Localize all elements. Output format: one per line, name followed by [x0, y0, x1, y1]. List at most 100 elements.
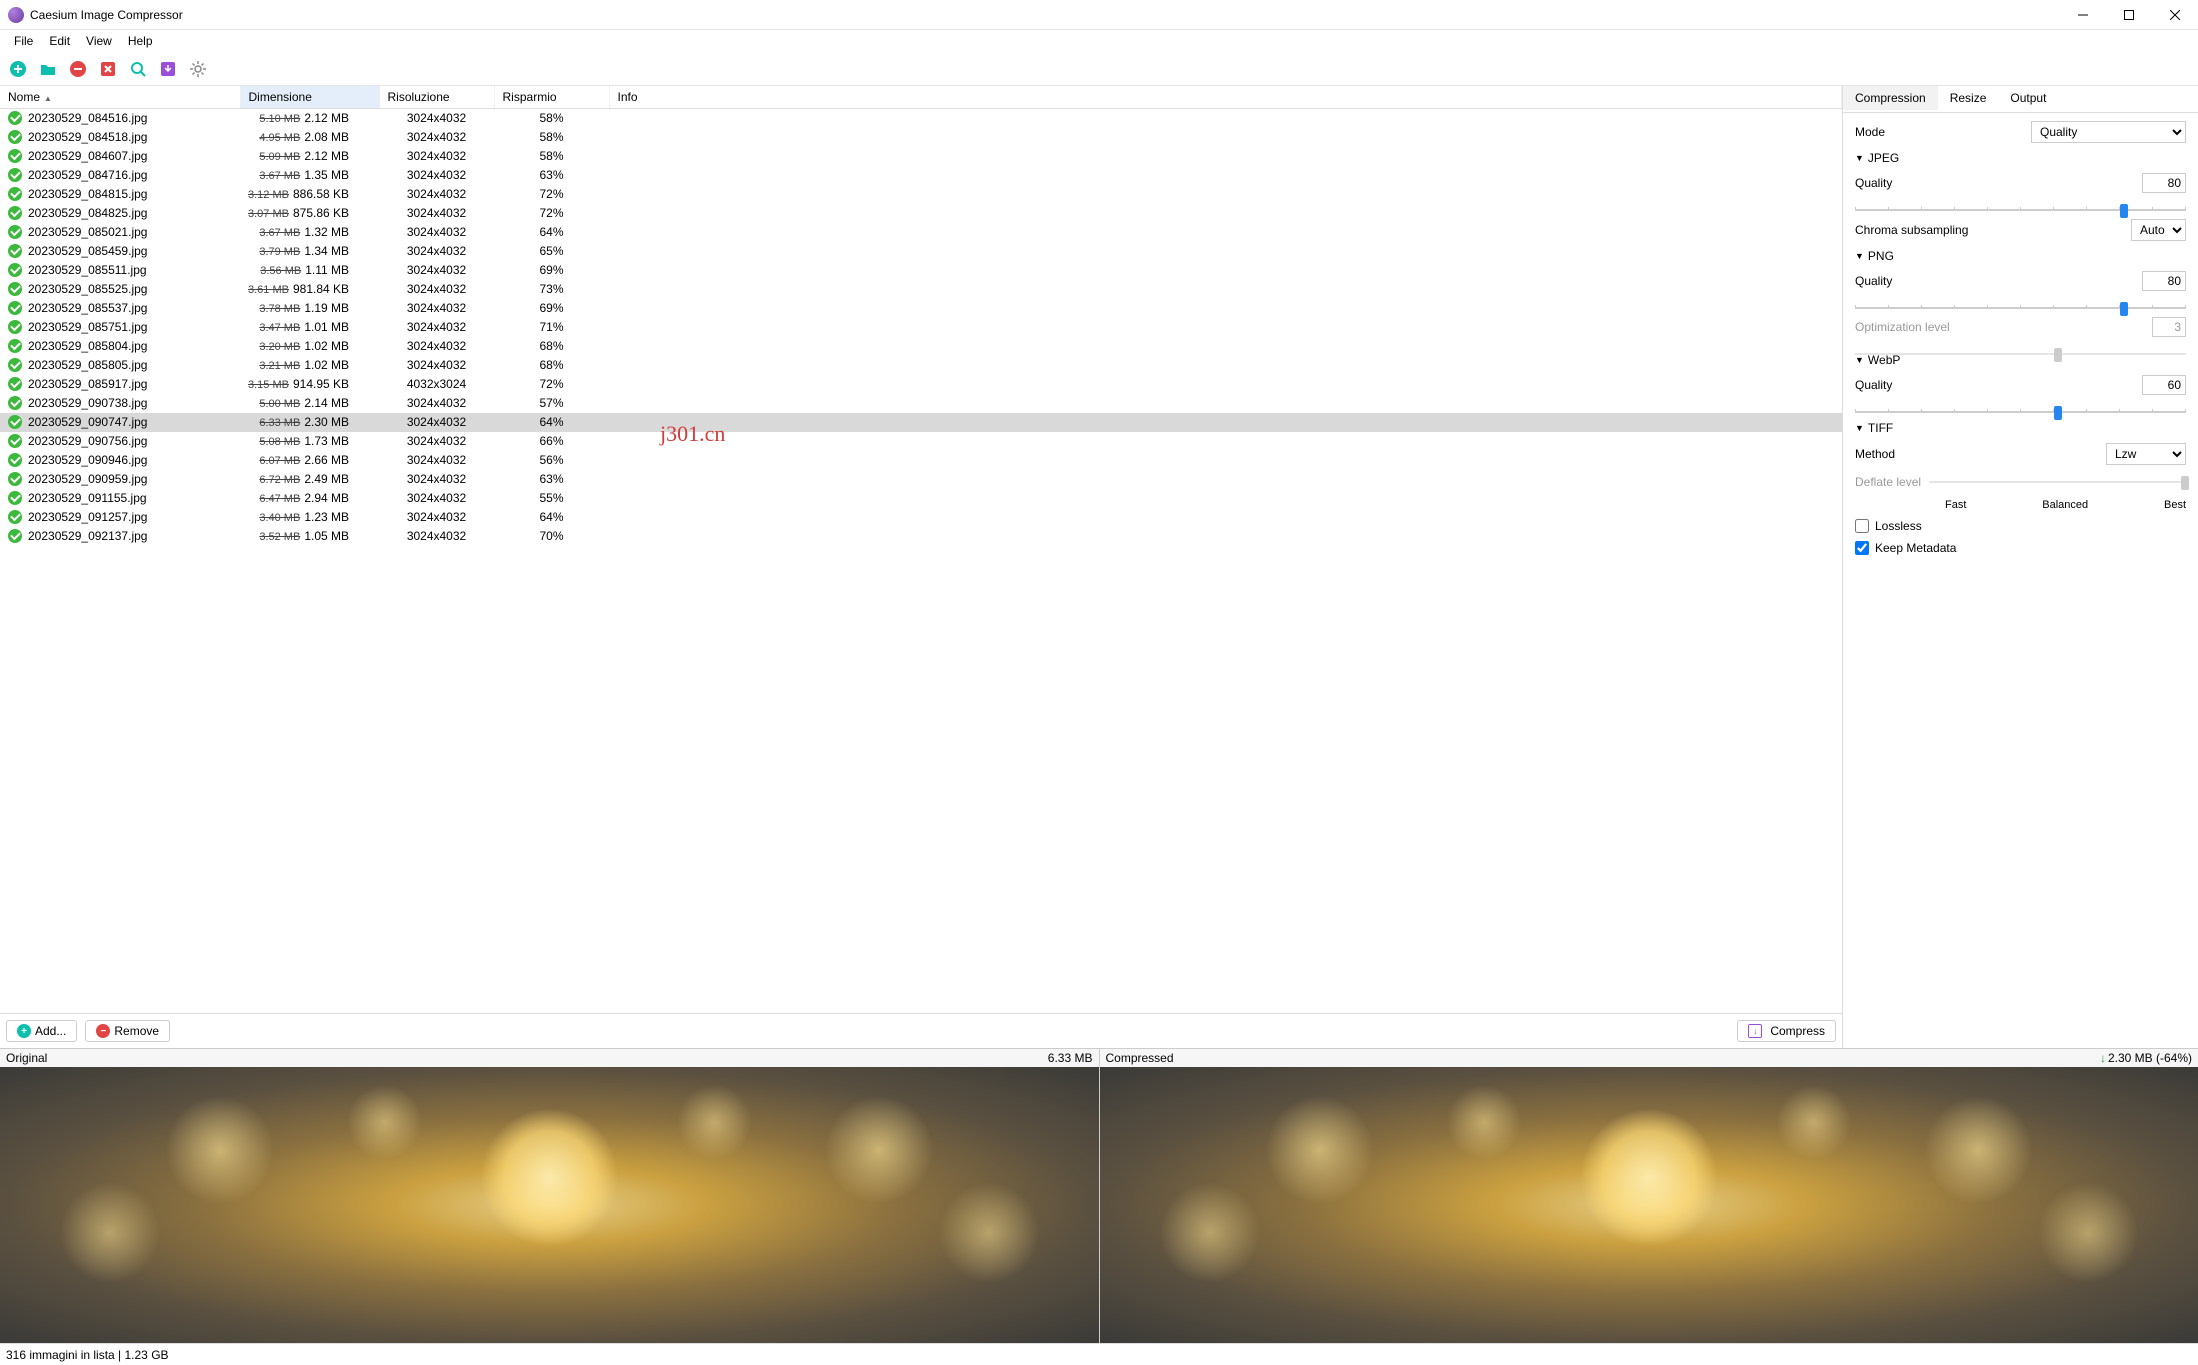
compressed-label: Compressed [1106, 1051, 1174, 1065]
file-savings: 63% [494, 166, 609, 185]
original-size: 6.33 MB [1048, 1051, 1093, 1065]
table-row[interactable]: 20230529_090738.jpg5.00 MB2.14 MB3024x40… [0, 394, 1842, 413]
tab-compression[interactable]: Compression [1843, 86, 1938, 112]
file-savings: 64% [494, 223, 609, 242]
webp-quality-input[interactable] [2142, 375, 2186, 395]
method-select[interactable]: Lzw [2106, 443, 2186, 465]
check-icon [8, 377, 22, 391]
table-row[interactable]: 20230529_085459.jpg3.79 MB1.34 MB3024x40… [0, 242, 1842, 261]
col-savings[interactable]: Risparmio [494, 86, 609, 109]
keep-metadata-checkbox[interactable] [1855, 541, 1869, 555]
new-size: 1.02 MB [304, 358, 349, 372]
remove-button[interactable]: −Remove [85, 1020, 170, 1042]
settings-panel: Compression Resize Output Mode Quality ▼… [1843, 86, 2198, 1048]
new-size: 1.34 MB [304, 244, 349, 258]
new-size: 1.05 MB [304, 529, 349, 543]
file-name: 20230529_085021.jpg [28, 225, 147, 239]
col-info[interactable]: Info [609, 86, 1841, 109]
table-row[interactable]: 20230529_084518.jpg4.95 MB2.08 MB3024x40… [0, 128, 1842, 147]
table-row[interactable]: 20230529_085751.jpg3.47 MB1.01 MB3024x40… [0, 318, 1842, 337]
table-row[interactable]: 20230529_084716.jpg3.67 MB1.35 MB3024x40… [0, 166, 1842, 185]
table-row[interactable]: 20230529_084516.jpg5.10 MB2.12 MB3024x40… [0, 109, 1842, 128]
table-row[interactable]: 20230529_085537.jpg3.78 MB1.19 MB3024x40… [0, 299, 1842, 318]
file-table[interactable]: Nome▲ Dimensione Risoluzione Risparmio I… [0, 86, 1842, 1013]
chroma-label: Chroma subsampling [1855, 223, 1968, 237]
mode-label: Mode [1855, 125, 1885, 139]
remove-icon[interactable] [66, 57, 90, 81]
old-size: 3.56 MB [260, 265, 301, 277]
section-jpeg[interactable]: ▼JPEG [1855, 151, 2186, 165]
section-png[interactable]: ▼PNG [1855, 249, 2186, 263]
tab-output[interactable]: Output [1998, 86, 2058, 112]
original-preview[interactable] [0, 1067, 1099, 1343]
table-row[interactable]: 20230529_085805.jpg3.21 MB1.02 MB3024x40… [0, 356, 1842, 375]
file-resolution: 3024x4032 [379, 470, 494, 489]
file-name: 20230529_092137.jpg [28, 529, 147, 543]
table-row[interactable]: 20230529_091155.jpg6.47 MB2.94 MB3024x40… [0, 489, 1842, 508]
compressed-preview[interactable] [1100, 1067, 2198, 1343]
maximize-button[interactable] [2106, 0, 2152, 30]
chroma-select[interactable]: Auto [2131, 219, 2186, 241]
deflate-balanced: Balanced [2042, 499, 2088, 511]
new-size: 2.49 MB [304, 472, 349, 486]
check-icon [8, 206, 22, 220]
preview-icon[interactable] [126, 57, 150, 81]
tab-resize[interactable]: Resize [1938, 86, 1999, 112]
deflate-slider[interactable] [1929, 473, 2186, 491]
table-row[interactable]: 20230529_090756.jpg5.08 MB1.73 MB3024x40… [0, 432, 1842, 451]
add-button[interactable]: +Add... [6, 1020, 77, 1042]
compress-button[interactable]: ↓Compress [1737, 1020, 1836, 1042]
file-resolution: 3024x4032 [379, 489, 494, 508]
section-tiff[interactable]: ▼TIFF [1855, 421, 2186, 435]
old-size: 6.47 MB [259, 493, 300, 505]
file-name: 20230529_085804.jpg [28, 339, 147, 353]
table-row[interactable]: 20230529_092137.jpg3.52 MB1.05 MB3024x40… [0, 527, 1842, 546]
opt-level-input[interactable] [2152, 317, 2186, 337]
settings-icon[interactable] [186, 57, 210, 81]
file-resolution: 3024x4032 [379, 280, 494, 299]
table-row[interactable]: 20230529_085804.jpg3.20 MB1.02 MB3024x40… [0, 337, 1842, 356]
table-row[interactable]: 20230529_091257.jpg3.40 MB1.23 MB3024x40… [0, 508, 1842, 527]
table-row[interactable]: 20230529_085917.jpg3.15 MB914.95 KB4032x… [0, 375, 1842, 394]
deflate-best: Best [2164, 499, 2186, 511]
old-size: 3.61 MB [248, 284, 289, 296]
table-row[interactable]: 20230529_085525.jpg3.61 MB981.84 KB3024x… [0, 280, 1842, 299]
check-icon [8, 149, 22, 163]
file-resolution: 3024x4032 [379, 185, 494, 204]
add-files-icon[interactable] [6, 57, 30, 81]
table-row[interactable]: 20230529_090959.jpg6.72 MB2.49 MB3024x40… [0, 470, 1842, 489]
menu-help[interactable]: Help [120, 32, 161, 50]
table-row[interactable]: 20230529_085021.jpg3.67 MB1.32 MB3024x40… [0, 223, 1842, 242]
table-row[interactable]: 20230529_084825.jpg3.07 MB875.86 KB3024x… [0, 204, 1842, 223]
minimize-button[interactable] [2060, 0, 2106, 30]
table-row[interactable]: 20230529_084815.jpg3.12 MB886.58 KB3024x… [0, 185, 1842, 204]
old-size: 3.67 MB [259, 227, 300, 239]
old-size: 4.95 MB [259, 132, 300, 144]
col-name[interactable]: Nome▲ [0, 86, 240, 109]
col-resolution[interactable]: Risoluzione [379, 86, 494, 109]
col-size[interactable]: Dimensione [240, 86, 379, 109]
mode-select[interactable]: Quality [2031, 121, 2186, 143]
png-quality-input[interactable] [2142, 271, 2186, 291]
table-row[interactable]: 20230529_090946.jpg6.07 MB2.66 MB3024x40… [0, 451, 1842, 470]
check-icon [8, 130, 22, 144]
section-webp[interactable]: ▼WebP [1855, 353, 2186, 367]
file-name: 20230529_085917.jpg [28, 377, 147, 391]
new-size: 1.73 MB [304, 434, 349, 448]
close-button[interactable] [2152, 0, 2198, 30]
add-folder-icon[interactable] [36, 57, 60, 81]
lossless-checkbox[interactable] [1855, 519, 1869, 533]
menu-view[interactable]: View [78, 32, 120, 50]
table-row[interactable]: 20230529_084607.jpg5.09 MB2.12 MB3024x40… [0, 147, 1842, 166]
file-savings: 72% [494, 204, 609, 223]
old-size: 6.72 MB [259, 474, 300, 486]
jpeg-quality-input[interactable] [2142, 173, 2186, 193]
clear-icon[interactable] [96, 57, 120, 81]
check-icon [8, 358, 22, 372]
menu-edit[interactable]: Edit [41, 32, 78, 50]
table-row[interactable]: 20230529_085511.jpg3.56 MB1.11 MB3024x40… [0, 261, 1842, 280]
menu-file[interactable]: File [6, 32, 41, 50]
toolbar [0, 52, 2198, 86]
table-row[interactable]: 20230529_090747.jpg6.33 MB2.30 MB3024x40… [0, 413, 1842, 432]
compress-icon[interactable] [156, 57, 180, 81]
